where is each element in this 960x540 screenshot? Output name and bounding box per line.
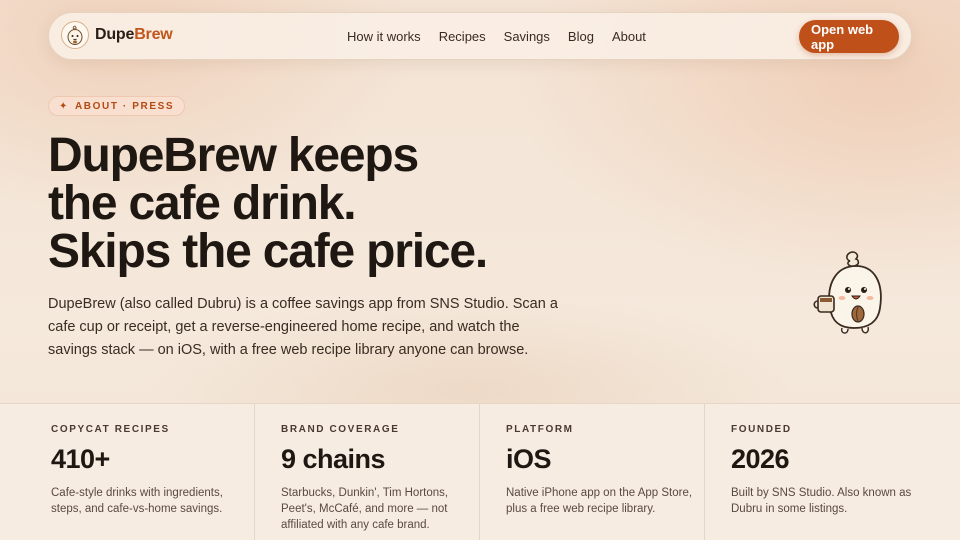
- hero-description: DupeBrew (also called Dubru) is a coffee…: [48, 296, 558, 358]
- stat-founded: FOUNDED 2026 Built by SNS Studio. Also k…: [705, 404, 960, 540]
- stat-platform: PLATFORM iOS Native iPhone app on the Ap…: [480, 404, 705, 540]
- stat-label: PLATFORM: [506, 424, 574, 435]
- brand-name: DupeBrew: [95, 26, 173, 44]
- stat-label: COPYCAT RECIPES: [51, 424, 170, 435]
- stat-value: 9 chains: [281, 444, 386, 474]
- badge-label: ABOUT · PRESS: [74, 100, 175, 112]
- stats-strip: COPYCAT RECIPES 410+ Cafe-style drinks w…: [0, 403, 960, 540]
- stat-description: Cafe-style drinks with ingredients, step…: [51, 487, 223, 515]
- top-nav: DupeBrew How it works Recipes Savings Bl…: [48, 12, 912, 60]
- mascot-logo-icon: [61, 21, 89, 49]
- stat-label: BRAND COVERAGE: [281, 424, 400, 435]
- nav-link-recipes[interactable]: Recipes: [439, 29, 486, 44]
- nav-link-blog[interactable]: Blog: [568, 29, 594, 44]
- nav-link-how-it-works[interactable]: How it works: [347, 29, 421, 44]
- stat-description: Starbucks, Dunkin', Tim Hortons, Peet's,…: [281, 487, 449, 531]
- brand-name-part1: Dupe: [95, 26, 135, 43]
- section-badge: ✦ ABOUT · PRESS: [48, 96, 186, 116]
- stat-value: 2026: [731, 444, 790, 474]
- nav-links: How it works Recipes Savings Blog About: [347, 29, 664, 44]
- headline-line-2: the cafe drink.: [48, 177, 357, 230]
- stat-description: Built by SNS Studio. Also known as Dubru…: [731, 487, 912, 515]
- stat-value: iOS: [506, 444, 552, 474]
- stat-brand-coverage: BRAND COVERAGE 9 chains Starbucks, Dunki…: [255, 404, 480, 540]
- hero-headline: DupeBrew keeps the cafe drink. Skips the…: [48, 132, 608, 276]
- sparkle-icon: ✦: [59, 100, 69, 112]
- headline-line-1: DupeBrew keeps: [48, 129, 419, 182]
- stat-copycat-recipes: COPYCAT RECIPES 410+ Cafe-style drinks w…: [0, 404, 255, 540]
- headline-line-3: Skips the cafe price.: [48, 225, 488, 278]
- brand-name-part2: Brew: [134, 26, 173, 43]
- brand-logo[interactable]: DupeBrew: [61, 21, 173, 49]
- stat-label: FOUNDED: [731, 424, 792, 435]
- stat-description: Native iPhone app on the App Store, plus…: [506, 487, 693, 515]
- mascot-illustration: [812, 248, 892, 338]
- open-web-app-button[interactable]: Open web app: [799, 20, 899, 53]
- stat-value: 410+: [51, 444, 110, 474]
- nav-link-about[interactable]: About: [612, 29, 646, 44]
- nav-link-savings[interactable]: Savings: [504, 29, 550, 44]
